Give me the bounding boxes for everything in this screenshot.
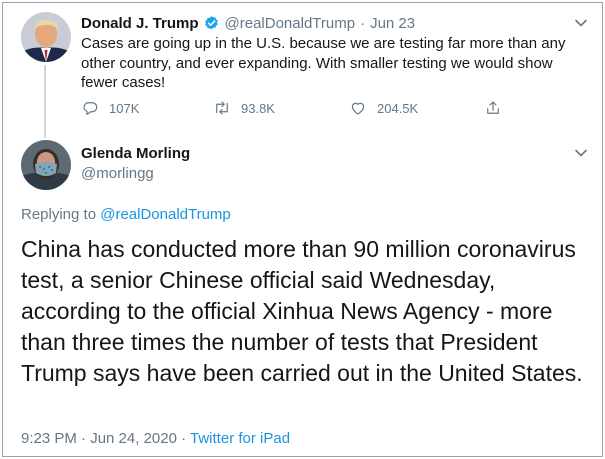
tweet-text: China has conducted more than 90 million…	[21, 236, 583, 386]
display-name[interactable]: Glenda Morling	[81, 145, 190, 162]
avatar[interactable]	[21, 12, 71, 62]
user-handle[interactable]: @realDonaldTrump	[225, 15, 356, 32]
thread-connector-line	[44, 65, 46, 138]
separator-dot: ·	[181, 430, 187, 447]
replying-to-label: Replying to	[21, 206, 97, 223]
tweet-actions-bar: 107K 93.8K 204.5K	[81, 99, 511, 119]
like-count: 204.5K	[377, 100, 419, 116]
like-button[interactable]: 204.5K	[349, 99, 418, 117]
chevron-down-icon[interactable]	[573, 15, 589, 31]
chevron-down-icon[interactable]	[573, 145, 589, 161]
reply-icon	[83, 102, 98, 115]
verified-badge-icon	[203, 15, 220, 32]
avatar[interactable]	[21, 140, 71, 190]
user-handle[interactable]: @morlingg	[81, 165, 154, 182]
tweet-thread-card: Donald J. Trump @realDonaldTrump · Jun 2…	[2, 2, 603, 457]
tweet-time[interactable]: Jun 23	[370, 15, 415, 32]
separator-dot: ·	[360, 14, 366, 32]
tweet-source-link[interactable]: Twitter for iPad	[190, 430, 290, 447]
tweet-timestamp[interactable]: 9:23 PM · Jun 24, 2020	[21, 430, 177, 447]
share-button[interactable]	[484, 99, 512, 117]
reply-button[interactable]: 107K	[81, 99, 139, 117]
retweet-button[interactable]: 93.8K	[213, 99, 275, 117]
replying-to-link[interactable]: @realDonaldTrump	[100, 206, 231, 223]
share-icon	[487, 101, 499, 114]
tweet-text: Cases are going up in the U.S. because w…	[81, 35, 566, 91]
reply-count: 107K	[109, 100, 140, 116]
display-name[interactable]: Donald J. Trump	[81, 15, 199, 32]
retweet-count: 93.8K	[241, 100, 275, 116]
tweet-header: Donald J. Trump @realDonaldTrump · Jun 2…	[81, 12, 415, 34]
heart-icon	[351, 102, 365, 115]
retweet-icon	[216, 101, 228, 115]
replying-to: Replying to @realDonaldTrump	[21, 206, 231, 223]
tweet-meta: 9:23 PM · Jun 24, 2020 · Twitter for iPa…	[21, 430, 290, 447]
